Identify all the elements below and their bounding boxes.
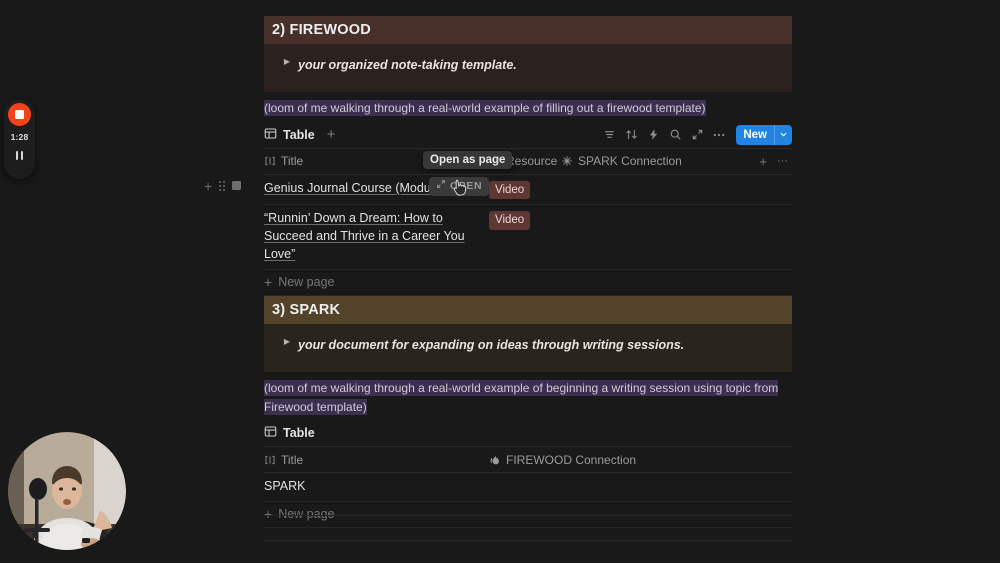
column-header-spark-label: SPARK Connection — [578, 154, 682, 169]
spark-loom-text: (loom of me walking through a real-world… — [264, 380, 779, 415]
spark-callout-text: your document for expanding on ideas thr… — [298, 338, 685, 352]
firewood-view-label: Table — [283, 127, 315, 142]
sparkle-icon — [561, 155, 573, 167]
toggle-triangle-icon[interactable]: ▶ — [276, 56, 298, 66]
spark-banner-title: 3) SPARK — [272, 302, 341, 318]
spark-loom-paragraph: (loom of me walking through a real-world… — [264, 372, 792, 420]
open-page-button[interactable]: OPEN — [429, 176, 490, 196]
add-row-icon[interactable]: + — [204, 179, 212, 193]
column-header-spark-connection[interactable]: SPARK Connection — [561, 149, 711, 174]
title-icon — [264, 454, 276, 466]
loom-recorder-widget: 1:28 — [4, 99, 35, 179]
resource-tag: Video — [489, 211, 531, 230]
more-icon[interactable] — [708, 124, 730, 146]
stop-square-icon — [15, 110, 24, 119]
firewood-header-actions: + ··· — [759, 154, 792, 169]
plus-icon: + — [264, 274, 273, 291]
row-hover-handles: + — [204, 179, 242, 193]
resource-tag: Video — [489, 180, 531, 200]
firewood-loom-text: (loom of me walking through a real-world… — [264, 100, 706, 116]
open-page-label: OPEN — [450, 179, 483, 192]
search-icon[interactable] — [664, 124, 686, 146]
fire-icon — [489, 454, 501, 466]
firewood-view-tab-table[interactable]: Table — [264, 127, 315, 143]
new-page-row[interactable]: + New page — [264, 270, 792, 296]
spark-banner: 3) SPARK — [264, 296, 792, 324]
table-row[interactable]: SPARK — [264, 473, 792, 502]
row-resource-cell[interactable]: Video — [489, 175, 561, 205]
new-page-label: New page — [278, 275, 335, 290]
spark-table-header: Title FIREWOOD Connection — [264, 446, 792, 474]
row-title-cell[interactable]: Genius Journal Course (Module 1 OPEN — [264, 175, 490, 203]
firewood-table: Title Resource SPARK Connection + ··· Op… — [204, 147, 792, 296]
lightning-icon[interactable] — [642, 124, 664, 146]
filter-icon[interactable] — [598, 124, 620, 146]
spark-view-label: Table — [283, 426, 315, 441]
expand-icon[interactable] — [686, 124, 708, 146]
row-title-cell[interactable]: “Runnin’ Down a Dream: How to Succeed an… — [264, 205, 489, 268]
column-header-title-label: Title — [281, 154, 304, 169]
table-row[interactable]: “Runnin’ Down a Dream: How to Succeed an… — [264, 205, 792, 270]
row-title-cell[interactable]: SPARK — [264, 473, 489, 501]
table-view-icon — [264, 425, 277, 441]
open-as-page-tooltip: Open as page — [423, 150, 513, 169]
spark-section: 3) SPARK ▶ your document for expanding o… — [264, 296, 792, 528]
column-header-firewood-connection[interactable]: FIREWOOD Connection — [489, 447, 689, 472]
new-button-label: New — [743, 128, 767, 141]
firewood-table-header: Title Resource SPARK Connection + ··· Op… — [264, 147, 792, 175]
row-title-text: “Runnin’ Down a Dream: How to Succeed an… — [264, 211, 465, 261]
firewood-db-tools: New — [598, 124, 792, 146]
firewood-callout: ▶ your organized note-taking template. — [264, 44, 792, 92]
column-header-firewood-label: FIREWOOD Connection — [506, 452, 637, 467]
column-header-resource-label: Resource — [506, 154, 558, 169]
firewood-db-toolbar: Table + New — [264, 122, 792, 148]
column-options-button[interactable]: ··· — [777, 155, 788, 167]
column-header-title-label: Title — [281, 452, 304, 467]
drag-handle-icon[interactable] — [219, 180, 226, 191]
stop-recording-button[interactable] — [8, 103, 31, 126]
row-title-text: Genius Journal Course (Module 1 — [264, 180, 451, 195]
spark-callout: ▶ your document for expanding on ideas t… — [264, 324, 792, 372]
table-row[interactable]: + Genius Journal Course (Module 1 OPEN V… — [204, 175, 792, 206]
chevron-down-icon[interactable] — [774, 124, 792, 145]
firewood-banner-title: 2) FIREWOOD — [272, 22, 371, 38]
webcam-bubble[interactable] — [8, 432, 126, 550]
pause-recording-button[interactable] — [15, 151, 24, 160]
page-divider — [264, 540, 792, 541]
column-header-title[interactable]: Title — [264, 447, 489, 472]
expand-arrows-icon — [436, 179, 446, 194]
row-title-text: SPARK — [264, 479, 306, 494]
add-view-button[interactable]: + — [327, 127, 336, 142]
recording-timer: 1:28 — [10, 132, 29, 142]
firewood-loom-paragraph: (loom of me walking through a real-world… — [264, 92, 792, 122]
firewood-section: 2) FIREWOOD ▶ your organized note-taking… — [204, 16, 792, 296]
firewood-banner: 2) FIREWOOD — [264, 16, 792, 44]
spark-view-tab-table[interactable]: Table — [264, 425, 315, 441]
spark-db-toolbar: Table — [264, 420, 792, 446]
add-column-button[interactable]: + — [759, 154, 767, 169]
toggle-triangle-icon[interactable]: ▶ — [276, 336, 298, 346]
new-button[interactable]: New — [736, 124, 792, 145]
row-checkbox[interactable] — [232, 181, 242, 191]
page-divider — [264, 515, 792, 516]
table-view-icon — [264, 127, 277, 143]
sort-icon[interactable] — [620, 124, 642, 146]
pause-icon — [15, 151, 19, 160]
row-resource-cell[interactable]: Video — [489, 205, 561, 235]
title-icon — [264, 155, 276, 167]
firewood-callout-text: your organized note-taking template. — [298, 58, 517, 72]
